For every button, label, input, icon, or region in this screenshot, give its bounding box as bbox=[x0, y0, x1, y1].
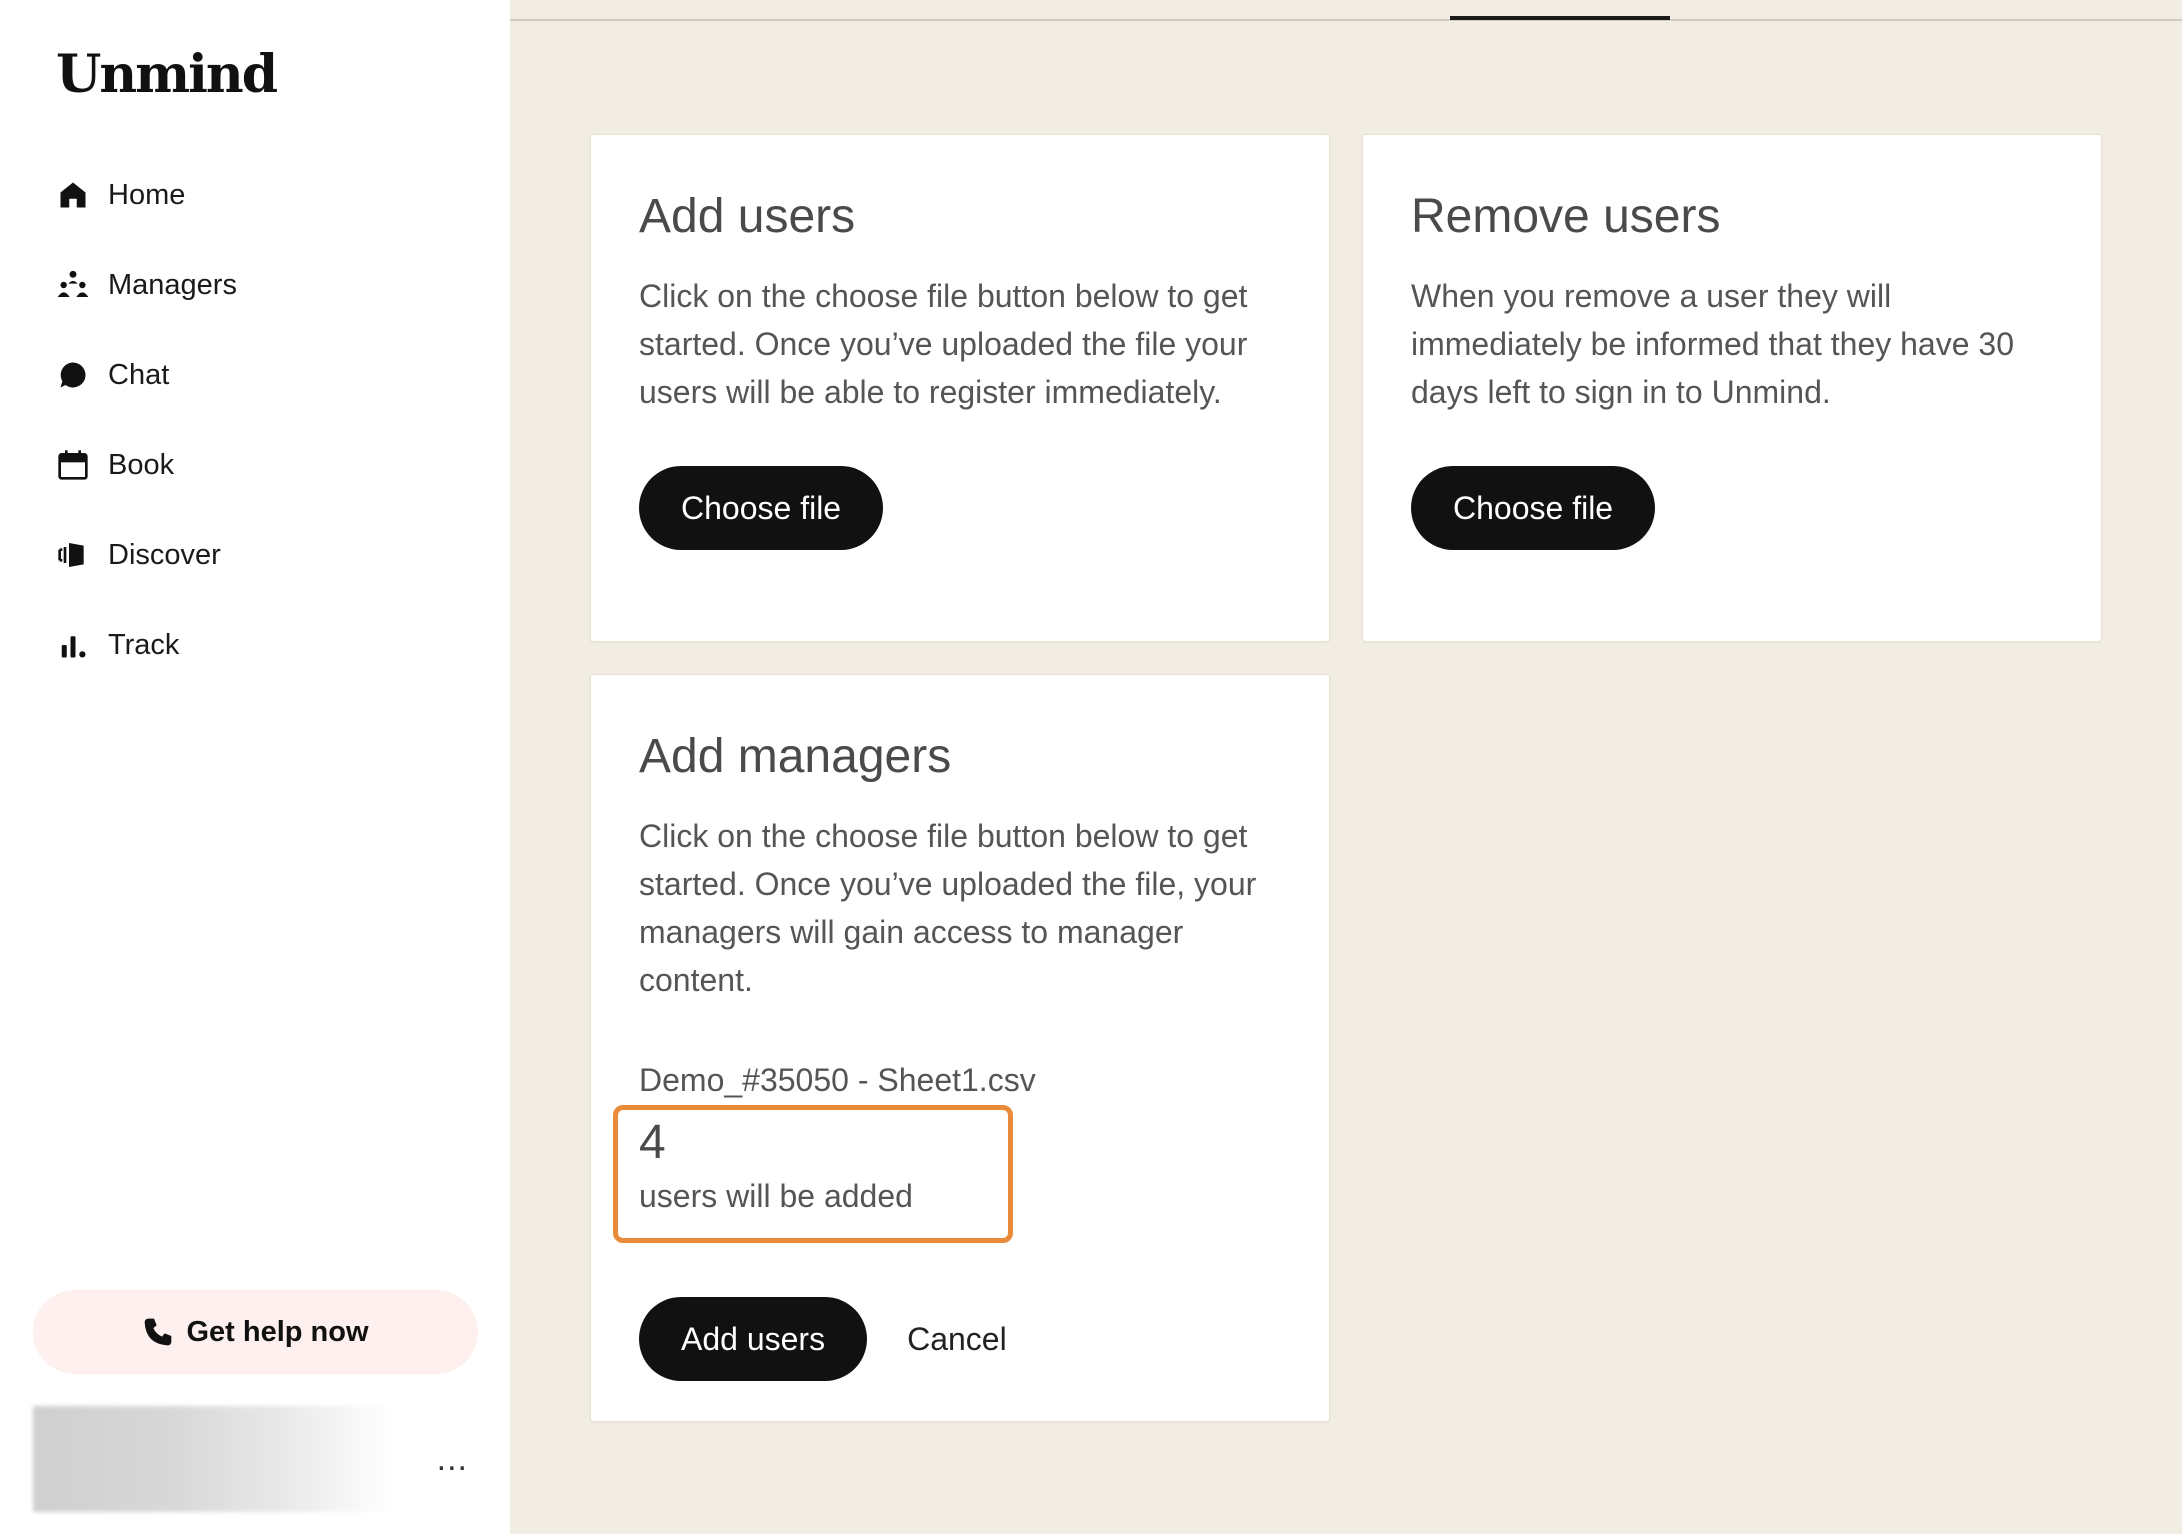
avatar[interactable] bbox=[33, 1406, 393, 1512]
sidebar-item-track[interactable]: Track bbox=[56, 600, 476, 690]
logo[interactable]: Unmind bbox=[56, 44, 278, 105]
more-options-button[interactable]: ... bbox=[427, 1440, 478, 1479]
add-managers-card: Add managers Click on the choose file bu… bbox=[590, 674, 1330, 1422]
sidebar-item-discover[interactable]: Discover bbox=[56, 510, 476, 600]
uploaded-filename: Demo_#35050 - Sheet1.csv bbox=[639, 1062, 1036, 1098]
cancel-button[interactable]: Cancel bbox=[907, 1321, 1007, 1358]
add-users-card: Add users Click on the choose file butto… bbox=[590, 134, 1330, 642]
managers-icon bbox=[56, 268, 90, 302]
user-profile: ... bbox=[33, 1406, 478, 1512]
choose-file-button[interactable]: Choose file bbox=[1411, 466, 1656, 550]
users-count-label: users will be added bbox=[639, 1178, 913, 1214]
sidebar-item-label: Managers bbox=[108, 268, 237, 301]
phone-icon bbox=[142, 1315, 176, 1349]
chat-icon bbox=[56, 358, 90, 392]
get-help-now-label: Get help now bbox=[186, 1315, 369, 1348]
sidebar-nav: Home Managers Chat Book Discover Track bbox=[56, 150, 476, 690]
home-icon bbox=[56, 178, 90, 212]
action-row: Add users Cancel bbox=[639, 1297, 1281, 1381]
card-title: Add managers bbox=[639, 730, 952, 783]
sidebar-item-managers[interactable]: Managers bbox=[56, 240, 476, 330]
sidebar: Unmind Home Managers Chat Book Discover … bbox=[0, 0, 510, 1534]
choose-file-button[interactable]: Choose file bbox=[639, 466, 884, 550]
card-description: Click on the choose file button below to… bbox=[639, 818, 1257, 998]
sidebar-item-label: Chat bbox=[108, 358, 170, 391]
sidebar-item-label: Track bbox=[108, 628, 180, 661]
card-description: Click on the choose file button below to… bbox=[639, 278, 1248, 410]
card-description: When you remove a user they will immedia… bbox=[1411, 278, 2014, 410]
sidebar-item-label: Discover bbox=[108, 538, 221, 571]
discover-icon bbox=[56, 538, 90, 572]
add-users-button[interactable]: Add users bbox=[639, 1297, 868, 1381]
card-title: Remove users bbox=[1411, 190, 1721, 243]
sidebar-item-chat[interactable]: Chat bbox=[56, 330, 476, 420]
remove-users-card: Remove users When you remove a user they… bbox=[1362, 134, 2102, 642]
sidebar-item-label: Book bbox=[108, 448, 175, 481]
sidebar-item-book[interactable]: Book bbox=[56, 420, 476, 510]
chart-icon bbox=[56, 628, 90, 662]
users-count-highlight: 4 users will be added bbox=[613, 1105, 1013, 1243]
calendar-icon bbox=[56, 448, 90, 482]
active-tab-indicator bbox=[1450, 16, 1670, 20]
get-help-now-button[interactable]: Get help now bbox=[33, 1290, 478, 1374]
top-tab-divider bbox=[510, 19, 2182, 21]
sidebar-item-label: Home bbox=[108, 178, 186, 211]
users-count-value: 4 bbox=[639, 1116, 666, 1169]
card-title: Add users bbox=[639, 190, 856, 243]
sidebar-item-home[interactable]: Home bbox=[56, 150, 476, 240]
